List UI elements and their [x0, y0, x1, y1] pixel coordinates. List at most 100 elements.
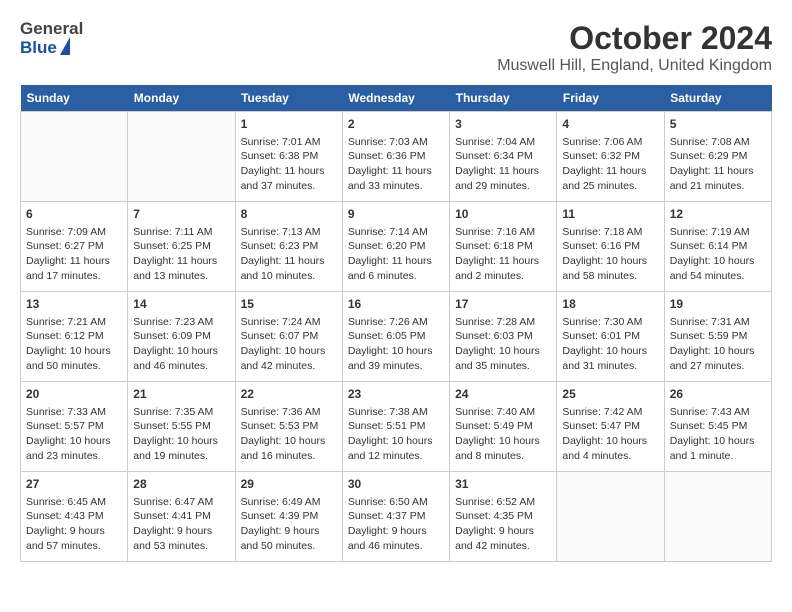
day-number: 25	[562, 386, 658, 403]
week-row-1: 1Sunrise: 7:01 AM Sunset: 6:38 PM Daylig…	[21, 112, 772, 202]
day-number: 24	[455, 386, 551, 403]
week-row-5: 27Sunrise: 6:45 AM Sunset: 4:43 PM Dayli…	[21, 472, 772, 562]
day-info: Sunrise: 7:04 AM Sunset: 6:34 PM Dayligh…	[455, 135, 551, 194]
day-info: Sunrise: 7:21 AM Sunset: 6:12 PM Dayligh…	[26, 315, 122, 374]
day-number: 3	[455, 116, 551, 133]
logo-general: General	[20, 20, 83, 39]
calendar-cell: 19Sunrise: 7:31 AM Sunset: 5:59 PM Dayli…	[664, 292, 771, 382]
day-header-sunday: Sunday	[21, 85, 128, 112]
calendar-table: SundayMondayTuesdayWednesdayThursdayFrid…	[20, 85, 772, 562]
day-number: 2	[348, 116, 444, 133]
day-number: 13	[26, 296, 122, 313]
day-header-friday: Friday	[557, 85, 664, 112]
day-info: Sunrise: 7:26 AM Sunset: 6:05 PM Dayligh…	[348, 315, 444, 374]
header-row: SundayMondayTuesdayWednesdayThursdayFrid…	[21, 85, 772, 112]
calendar-cell	[664, 472, 771, 562]
calendar-cell: 3 Sunrise: 7:04 AM Sunset: 6:34 PM Daylig…	[450, 112, 557, 202]
day-header-wednesday: Wednesday	[342, 85, 449, 112]
calendar-cell: 13 Sunrise: 7:21 AM Sunset: 6:12 PM Dayli…	[21, 292, 128, 382]
calendar-cell	[557, 472, 664, 562]
day-number: 18	[562, 296, 658, 313]
week-row-4: 20 Sunrise: 7:33 AM Sunset: 5:57 PM Dayli…	[21, 382, 772, 472]
calendar-cell: 29 Sunrise: 6:49 AM Sunset: 4:39 PM Dayli…	[235, 472, 342, 562]
day-info: Sunrise: 7:31 AM Sunset: 5:59 PM Dayligh…	[670, 315, 766, 374]
calendar-cell: 7 Sunrise: 7:11 AM Sunset: 6:25 PM Daylig…	[128, 202, 235, 292]
day-number: 4	[562, 116, 658, 133]
day-number: 29	[241, 476, 337, 493]
calendar-cell: 9Sunrise: 7:14 AM Sunset: 6:20 PM Daylig…	[342, 202, 449, 292]
subtitle: Muswell Hill, England, United Kingdom	[497, 57, 772, 75]
day-number: 14	[133, 296, 229, 313]
day-number: 5	[670, 116, 766, 133]
header: General Blue October 2024 Muswell Hill, …	[20, 20, 772, 75]
day-number: 23	[348, 386, 444, 403]
week-row-2: 6 Sunrise: 7:09 AM Sunset: 6:27 PM Daylig…	[21, 202, 772, 292]
calendar-cell: 30 Sunrise: 6:50 AM Sunset: 4:37 PM Dayli…	[342, 472, 449, 562]
calendar-cell: 2 Sunrise: 7:03 AM Sunset: 6:36 PM Daylig…	[342, 112, 449, 202]
day-info: Sunrise: 6:49 AM Sunset: 4:39 PM Dayligh…	[241, 495, 337, 554]
day-info: Sunrise: 7:28 AM Sunset: 6:03 PM Dayligh…	[455, 315, 551, 374]
calendar-cell: 26 Sunrise: 7:43 AM Sunset: 5:45 PM Dayli…	[664, 382, 771, 472]
day-info: Sunrise: 7:43 AM Sunset: 5:45 PM Dayligh…	[670, 405, 766, 464]
day-info: Sunrise: 7:11 AM Sunset: 6:25 PM Dayligh…	[133, 225, 229, 284]
logo-blue: Blue	[20, 39, 57, 58]
calendar-cell: 11Sunrise: 7:18 AM Sunset: 6:16 PM Dayli…	[557, 202, 664, 292]
calendar-cell: 1Sunrise: 7:01 AM Sunset: 6:38 PM Daylig…	[235, 112, 342, 202]
day-number: 15	[241, 296, 337, 313]
calendar-cell	[128, 112, 235, 202]
day-info: Sunrise: 7:24 AM Sunset: 6:07 PM Dayligh…	[241, 315, 337, 374]
day-info: Sunrise: 7:35 AM Sunset: 5:55 PM Dayligh…	[133, 405, 229, 464]
day-header-thursday: Thursday	[450, 85, 557, 112]
day-info: Sunrise: 7:16 AM Sunset: 6:18 PM Dayligh…	[455, 225, 551, 284]
day-number: 30	[348, 476, 444, 493]
day-number: 6	[26, 206, 122, 223]
calendar-cell: 16 Sunrise: 7:26 AM Sunset: 6:05 PM Dayli…	[342, 292, 449, 382]
calendar-cell	[21, 112, 128, 202]
calendar-cell: 4 Sunrise: 7:06 AM Sunset: 6:32 PM Daylig…	[557, 112, 664, 202]
day-header-saturday: Saturday	[664, 85, 771, 112]
day-header-monday: Monday	[128, 85, 235, 112]
calendar-cell: 10Sunrise: 7:16 AM Sunset: 6:18 PM Dayli…	[450, 202, 557, 292]
calendar-cell: 5Sunrise: 7:08 AM Sunset: 6:29 PM Daylig…	[664, 112, 771, 202]
day-info: Sunrise: 7:01 AM Sunset: 6:38 PM Dayligh…	[241, 135, 337, 194]
day-info: Sunrise: 7:03 AM Sunset: 6:36 PM Dayligh…	[348, 135, 444, 194]
day-number: 20	[26, 386, 122, 403]
day-number: 21	[133, 386, 229, 403]
day-info: Sunrise: 7:13 AM Sunset: 6:23 PM Dayligh…	[241, 225, 337, 284]
day-info: Sunrise: 7:19 AM Sunset: 6:14 PM Dayligh…	[670, 225, 766, 284]
day-info: Sunrise: 6:50 AM Sunset: 4:37 PM Dayligh…	[348, 495, 444, 554]
day-info: Sunrise: 6:47 AM Sunset: 4:41 PM Dayligh…	[133, 495, 229, 554]
day-number: 16	[348, 296, 444, 313]
day-info: Sunrise: 7:42 AM Sunset: 5:47 PM Dayligh…	[562, 405, 658, 464]
calendar-cell: 12 Sunrise: 7:19 AM Sunset: 6:14 PM Dayli…	[664, 202, 771, 292]
calendar-cell: 18Sunrise: 7:30 AM Sunset: 6:01 PM Dayli…	[557, 292, 664, 382]
day-info: Sunrise: 7:06 AM Sunset: 6:32 PM Dayligh…	[562, 135, 658, 194]
day-info: Sunrise: 7:09 AM Sunset: 6:27 PM Dayligh…	[26, 225, 122, 284]
day-info: Sunrise: 7:36 AM Sunset: 5:53 PM Dayligh…	[241, 405, 337, 464]
calendar-cell: 25 Sunrise: 7:42 AM Sunset: 5:47 PM Dayli…	[557, 382, 664, 472]
day-info: Sunrise: 6:52 AM Sunset: 4:35 PM Dayligh…	[455, 495, 551, 554]
calendar-cell: 15 Sunrise: 7:24 AM Sunset: 6:07 PM Dayli…	[235, 292, 342, 382]
logo-triangle-icon	[60, 37, 70, 55]
day-number: 26	[670, 386, 766, 403]
day-number: 12	[670, 206, 766, 223]
day-info: Sunrise: 7:14 AM Sunset: 6:20 PM Dayligh…	[348, 225, 444, 284]
day-info: Sunrise: 7:23 AM Sunset: 6:09 PM Dayligh…	[133, 315, 229, 374]
day-number: 17	[455, 296, 551, 313]
calendar-cell: 6 Sunrise: 7:09 AM Sunset: 6:27 PM Daylig…	[21, 202, 128, 292]
day-number: 22	[241, 386, 337, 403]
day-info: Sunrise: 7:33 AM Sunset: 5:57 PM Dayligh…	[26, 405, 122, 464]
day-number: 7	[133, 206, 229, 223]
day-info: Sunrise: 7:40 AM Sunset: 5:49 PM Dayligh…	[455, 405, 551, 464]
title-area: October 2024 Muswell Hill, England, Unit…	[497, 20, 772, 75]
calendar-cell: 20 Sunrise: 7:33 AM Sunset: 5:57 PM Dayli…	[21, 382, 128, 472]
calendar-cell: 14 Sunrise: 7:23 AM Sunset: 6:09 PM Dayli…	[128, 292, 235, 382]
logo-text: General Blue	[20, 20, 83, 57]
day-number: 27	[26, 476, 122, 493]
calendar-cell: 31 Sunrise: 6:52 AM Sunset: 4:35 PM Dayli…	[450, 472, 557, 562]
calendar-cell: 28Sunrise: 6:47 AM Sunset: 4:41 PM Dayli…	[128, 472, 235, 562]
calendar-cell: 22 Sunrise: 7:36 AM Sunset: 5:53 PM Dayli…	[235, 382, 342, 472]
day-info: Sunrise: 7:18 AM Sunset: 6:16 PM Dayligh…	[562, 225, 658, 284]
day-number: 8	[241, 206, 337, 223]
day-number: 31	[455, 476, 551, 493]
